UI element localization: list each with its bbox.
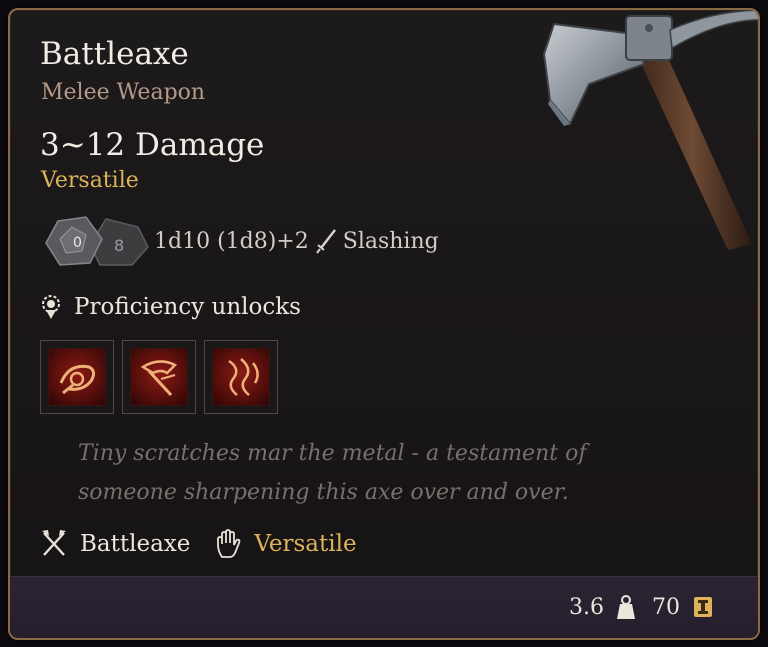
whirling-slash-icon (48, 348, 106, 406)
damage-range: 3~12 Damage (40, 127, 265, 163)
dice-secondary-number: 8 (114, 236, 124, 255)
item-name: Battleaxe (40, 36, 189, 72)
skill-slot-3[interactable] (204, 340, 278, 414)
proficiency-badge-icon (42, 295, 60, 319)
property-versatile: Versatile (254, 531, 357, 557)
damage-formula: 1d10 (1d8)+2 (154, 228, 309, 254)
crossed-axes-icon (42, 530, 66, 556)
item-category: Melee Weapon (41, 80, 206, 105)
item-tooltip: Battleaxe Melee Weapon 3~12 Damage Versa… (8, 8, 760, 640)
item-lore: Tiny scratches mar the metal - a testame… (78, 441, 587, 505)
proficiency-skills (40, 340, 286, 414)
dice-icon: 0 8 (42, 213, 154, 269)
damage-dice-row: 0 8 1d10 (1d8)+2 Slashing (42, 213, 439, 269)
dice-main-number: 0 (73, 235, 82, 251)
property-battleaxe: Battleaxe (80, 531, 191, 557)
hand-icon (217, 529, 241, 558)
item-value: 70 (652, 594, 680, 620)
item-weight: 3.6 (569, 594, 604, 620)
item-footer-stats: 3.6 70 (569, 594, 714, 620)
cleave-icon (130, 348, 188, 406)
slashing-icon (315, 229, 336, 254)
weapon-properties: Battleaxe Versatile (40, 526, 381, 562)
lacerate-icon (212, 348, 270, 406)
skill-slot-2[interactable] (122, 340, 196, 414)
skill-slot-1[interactable] (40, 340, 114, 414)
damage-type: Slashing (342, 228, 439, 254)
battleaxe-art (542, 10, 758, 250)
weight-icon (617, 595, 635, 619)
proficiency-row: Proficiency unlocks (40, 294, 301, 320)
weapon-trait: Versatile (41, 168, 139, 193)
gold-coin-icon (694, 597, 712, 617)
proficiency-label: Proficiency unlocks (74, 294, 301, 320)
